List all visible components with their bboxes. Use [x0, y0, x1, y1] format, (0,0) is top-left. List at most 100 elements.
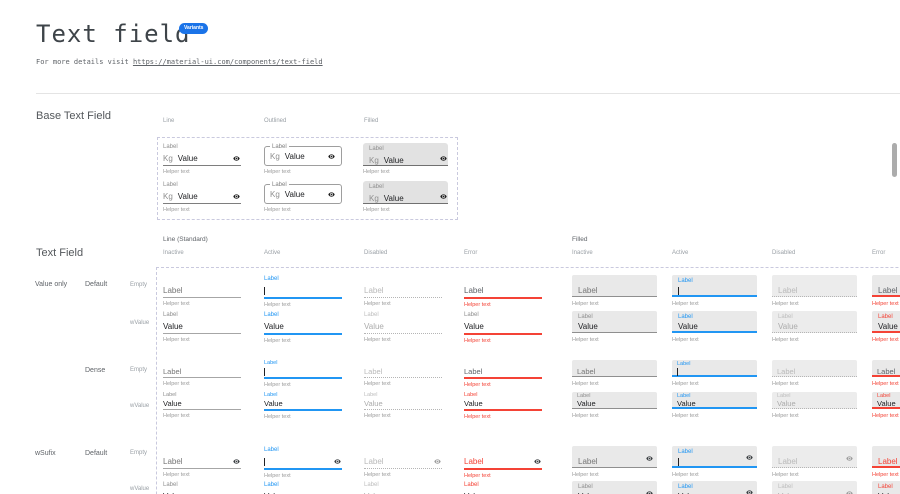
filled-box[interactable]: Label — [772, 446, 857, 468]
field-input[interactable]: KgValue — [369, 154, 442, 167]
outlined-box[interactable]: LabelKgValue — [264, 184, 342, 204]
field-input[interactable]: Label — [163, 284, 241, 297]
text-field-cell: LabelValueHelper text — [163, 481, 241, 494]
filled-box[interactable]: Label — [572, 446, 657, 468]
visibility-eye-icon[interactable] — [440, 155, 447, 162]
field-input[interactable]: KgValue — [270, 150, 336, 163]
docs-link[interactable]: https://material-ui.com/components/text-… — [133, 58, 323, 66]
field-input[interactable]: Label — [464, 367, 542, 377]
filled-box[interactable]: LabelValue — [672, 311, 757, 333]
field-input[interactable]: Value — [877, 399, 900, 408]
visibility-eye-icon[interactable] — [846, 490, 853, 494]
field-input[interactable] — [678, 285, 751, 296]
field-input[interactable]: Label — [877, 367, 900, 376]
field-input[interactable]: Label — [163, 455, 241, 468]
field-input[interactable] — [678, 456, 751, 467]
field-input[interactable]: Label — [464, 455, 542, 468]
field-input[interactable]: Label — [364, 367, 442, 377]
field-input[interactable]: Label — [364, 284, 442, 297]
visibility-eye-icon[interactable] — [328, 153, 335, 160]
field-input[interactable]: Value — [878, 321, 900, 332]
field-input[interactable]: Label — [578, 456, 651, 467]
visibility-eye-icon[interactable] — [646, 455, 653, 462]
visibility-eye-icon[interactable] — [746, 454, 753, 461]
field-input[interactable]: Label — [777, 367, 852, 376]
field-input[interactable]: KgValue — [163, 190, 241, 203]
field-input[interactable] — [264, 367, 342, 377]
filled-box[interactable]: LabelValue — [772, 311, 857, 333]
field-input[interactable]: Value — [364, 399, 442, 409]
field-input[interactable]: Value — [264, 399, 342, 409]
field-input[interactable]: KgValue — [369, 192, 442, 205]
visibility-eye-icon[interactable] — [846, 455, 853, 462]
field-input[interactable]: Value — [577, 399, 652, 408]
field-input[interactable]: Value — [264, 490, 342, 494]
visibility-eye-icon[interactable] — [233, 458, 240, 465]
filled-box[interactable]: LabelValue — [872, 481, 900, 494]
filled-box[interactable]: Label — [672, 275, 757, 297]
filled-box[interactable]: LabelValue — [772, 392, 857, 409]
field-input[interactable]: KgValue — [270, 188, 336, 201]
filled-box[interactable]: LabelValue — [572, 481, 657, 494]
field-value-text: Value — [677, 399, 696, 408]
field-input[interactable]: Value — [678, 321, 751, 332]
field-input[interactable]: Value — [264, 320, 342, 333]
field-input[interactable]: Label — [578, 285, 651, 296]
field-input[interactable]: Label — [778, 456, 851, 467]
filled-box[interactable]: Label — [672, 446, 757, 468]
field-input[interactable]: Label — [778, 285, 851, 296]
visibility-eye-icon[interactable] — [440, 193, 447, 200]
field-input[interactable]: Value — [364, 320, 442, 333]
field-input[interactable] — [264, 455, 342, 468]
field-input[interactable] — [677, 367, 752, 376]
field-input[interactable]: Label — [878, 456, 900, 467]
filled-box[interactable]: LabelKgValue — [363, 181, 448, 204]
field-input[interactable]: Value — [777, 399, 852, 408]
visibility-eye-icon[interactable] — [233, 155, 240, 162]
visibility-eye-icon[interactable] — [233, 193, 240, 200]
field-input[interactable] — [264, 284, 342, 297]
filled-box[interactable]: LabelValue — [872, 392, 900, 409]
filled-box[interactable]: Label — [672, 360, 757, 377]
field-input[interactable]: Value — [464, 490, 542, 494]
filled-box[interactable]: Label — [872, 275, 900, 297]
field-mini-label: Label — [264, 446, 342, 455]
filled-box[interactable]: Label — [872, 360, 900, 377]
field-input[interactable]: Value — [464, 399, 542, 409]
field-input[interactable]: Value — [677, 399, 752, 408]
field-input[interactable]: Value — [163, 490, 241, 494]
field-input[interactable]: Label — [364, 455, 442, 468]
filled-box[interactable]: LabelKgValue — [363, 143, 448, 166]
visibility-eye-icon[interactable] — [434, 458, 441, 465]
filled-box[interactable]: Label — [772, 275, 857, 297]
visibility-eye-icon[interactable] — [334, 458, 341, 465]
filled-box[interactable]: LabelValue — [672, 481, 757, 494]
filled-box[interactable]: LabelValue — [572, 392, 657, 409]
helper-text: Helper text — [572, 381, 657, 388]
field-input[interactable]: Label — [163, 367, 241, 377]
field-input[interactable]: Label — [878, 285, 900, 296]
field-input[interactable]: Value — [163, 399, 241, 409]
filled-box[interactable]: Label — [572, 360, 657, 377]
field-input[interactable]: Label — [577, 367, 652, 376]
visibility-eye-icon[interactable] — [534, 458, 541, 465]
outlined-box[interactable]: LabelKgValue — [264, 146, 342, 166]
field-input[interactable]: KgValue — [163, 152, 241, 165]
scrollbar-thumb[interactable] — [892, 143, 897, 177]
filled-box[interactable]: LabelValue — [572, 311, 657, 333]
field-input[interactable]: Label — [464, 284, 542, 297]
filled-box[interactable]: Label — [872, 446, 900, 468]
field-input[interactable]: Value — [578, 321, 651, 332]
field-input[interactable]: Value — [464, 320, 542, 333]
visibility-eye-icon[interactable] — [746, 489, 753, 494]
filled-box[interactable]: LabelValue — [872, 311, 900, 333]
filled-box[interactable]: LabelValue — [672, 392, 757, 409]
filled-box[interactable]: LabelValue — [772, 481, 857, 494]
field-input[interactable]: Value — [364, 490, 442, 494]
filled-box[interactable]: Label — [572, 275, 657, 297]
visibility-eye-icon[interactable] — [328, 191, 335, 198]
field-input[interactable]: Value — [163, 320, 241, 333]
visibility-eye-icon[interactable] — [646, 490, 653, 494]
filled-box[interactable]: Label — [772, 360, 857, 377]
field-input[interactable]: Value — [778, 321, 851, 332]
